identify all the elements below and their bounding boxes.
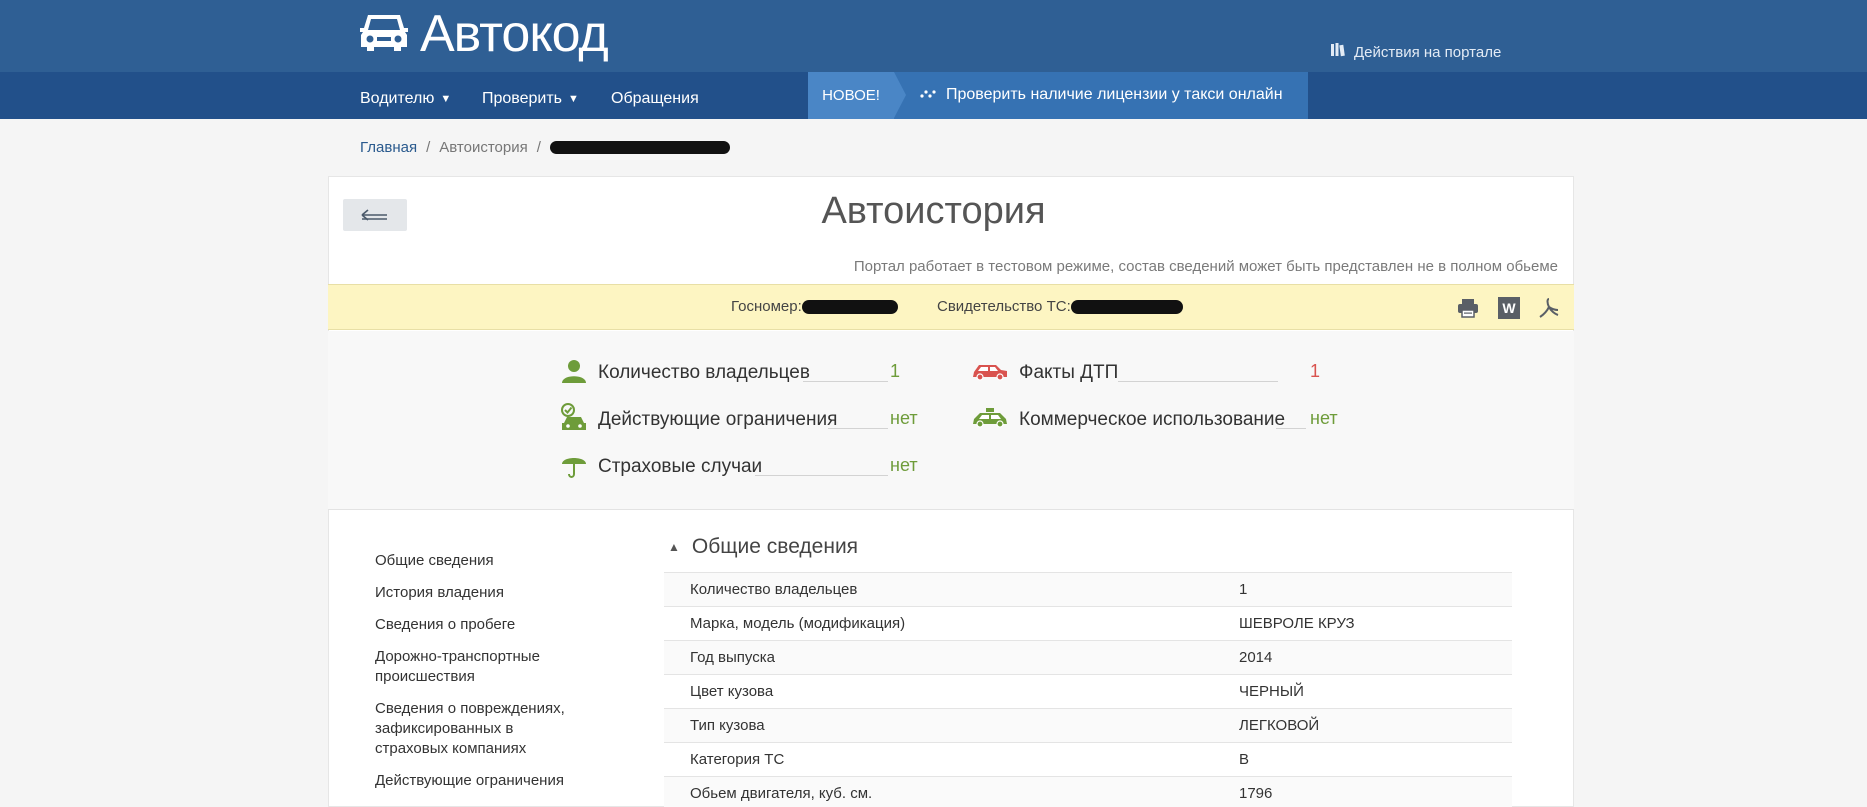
nav-driver-label: Водителю xyxy=(360,90,435,107)
breadcrumb: Главная / Автоистория / xyxy=(360,139,730,156)
redacted-block xyxy=(549,141,730,154)
book-icon xyxy=(1330,42,1346,62)
table-row: Год выпуска 2014 xyxy=(664,640,1512,674)
portal-actions-label: Действия на портале xyxy=(1354,43,1502,61)
logo-text: Автокод xyxy=(420,5,609,63)
triangle-collapse-icon: ▲ xyxy=(668,540,680,554)
table-row: Категория ТС B xyxy=(664,742,1512,776)
taxi-license-label: Проверить наличие лицензии у такси онлай… xyxy=(946,86,1283,103)
breadcrumb-separator: / xyxy=(536,139,541,156)
umbrella-icon xyxy=(560,451,588,484)
dots-chart-icon xyxy=(920,86,936,104)
new-badge-arrow xyxy=(894,72,906,118)
restrictions-value: нет xyxy=(890,408,918,428)
row-key: Категория ТС xyxy=(690,751,785,768)
row-value: 1 xyxy=(1239,581,1248,598)
logo[interactable]: Автокод xyxy=(358,5,609,63)
insurance-value: нет xyxy=(890,455,918,475)
table-row: Тип кузова ЛЕГКОВОЙ xyxy=(664,708,1512,742)
breadcrumb-home[interactable]: Главная xyxy=(360,139,417,156)
car-check-icon xyxy=(560,402,588,438)
svid-field: Свидетельство ТС: xyxy=(937,298,1183,315)
row-key: Обьем двигателя, куб. см. xyxy=(690,785,873,802)
nav-appeals[interactable]: Обращения xyxy=(611,90,699,108)
owners-label: Количество владельцев xyxy=(598,362,810,383)
commercial-value: нет xyxy=(1310,408,1338,428)
row-key: Марка, модель (модификация) xyxy=(690,615,906,632)
restrictions-label: Действующие ограничения xyxy=(598,409,838,430)
sidebar-item-damages[interactable]: Сведения о повреждениях, зафиксированных… xyxy=(375,699,590,759)
nav-driver[interactable]: Водителю ▼ xyxy=(360,90,451,108)
owners-value: 1 xyxy=(890,361,901,381)
crashed-car-icon xyxy=(971,360,1009,387)
gosnomer-field: Госномер: xyxy=(731,298,898,315)
leader-line xyxy=(1276,428,1306,429)
table-row: Марка, модель (модификация) ШЕВРОЛЕ КРУЗ xyxy=(664,606,1512,640)
taxi-license-link[interactable]: Проверить наличие лицензии у такси онлай… xyxy=(920,86,1283,104)
row-value: 2014 xyxy=(1239,649,1273,666)
leader-line xyxy=(1118,381,1278,382)
table-row: Цвет кузова ЧЕРНЫЙ xyxy=(664,674,1512,708)
row-value: 1796 xyxy=(1239,785,1273,802)
portal-actions-link[interactable]: Действия на портале xyxy=(1330,42,1501,62)
general-section-header[interactable]: ▲ Общие сведения xyxy=(668,535,858,559)
sidebar-item-ownership[interactable]: История владения xyxy=(375,583,595,603)
svg-text:W: W xyxy=(1502,300,1516,316)
caret-down-icon: ▼ xyxy=(568,93,579,105)
row-key: Тип кузова xyxy=(690,717,765,734)
table-row: Обьем двигателя, куб. см. 1796 xyxy=(664,776,1512,807)
taxi-car-icon xyxy=(971,407,1009,434)
summary-owners[interactable]: Количество владельцев xyxy=(560,359,810,387)
leader-line xyxy=(828,428,888,429)
page-title: Автоистория xyxy=(821,190,1046,232)
summary-restrictions[interactable]: Действующие ограничения xyxy=(560,402,838,434)
caret-down-icon: ▼ xyxy=(440,93,452,105)
sidebar-item-general[interactable]: Общие сведения xyxy=(375,551,595,571)
accidents-value: 1 xyxy=(1310,361,1321,381)
breadcrumb-separator: / xyxy=(426,139,431,156)
summary-insurance[interactable]: Страховые случаи xyxy=(560,453,762,481)
sidebar-item-restrictions[interactable]: Действующие ограничения xyxy=(375,771,595,791)
summary-accidents[interactable]: Факты ДТП xyxy=(971,359,1118,387)
row-value: ШЕВРОЛЕ КРУЗ xyxy=(1239,615,1355,632)
row-value: ЧЕРНЫЙ xyxy=(1239,683,1304,700)
summary-commercial[interactable]: Коммерческое использование xyxy=(971,406,1285,434)
insurance-label: Страховые случаи xyxy=(598,456,763,477)
breadcrumb-current[interactable]: Автоистория xyxy=(439,139,527,156)
car-logo-icon xyxy=(358,11,410,58)
general-section-title: Общие сведения xyxy=(691,535,859,558)
nav-appeals-label: Обращения xyxy=(611,90,699,107)
general-info-table: Количество владельцев 1 Марка, модель (м… xyxy=(664,572,1512,807)
gosnomer-label: Госномер: xyxy=(731,298,802,315)
redacted-block xyxy=(1070,299,1183,314)
row-value: B xyxy=(1239,751,1250,768)
test-mode-notice: Портал работает в тестовом режиме, соста… xyxy=(853,258,1558,275)
summary-panel xyxy=(328,331,1574,510)
row-value: ЛЕГКОВОЙ xyxy=(1239,717,1320,734)
leader-line xyxy=(803,381,888,382)
row-key: Цвет кузова xyxy=(690,683,774,700)
word-export-icon[interactable]: W xyxy=(1498,297,1520,319)
svid-label: Свидетельство ТС: xyxy=(937,298,1071,315)
pdf-export-icon[interactable] xyxy=(1538,297,1560,319)
nav-check-label: Проверить xyxy=(482,90,563,107)
header-top-bar xyxy=(0,0,1867,72)
row-key: Количество владельцев xyxy=(690,581,858,598)
table-row: Количество владельцев 1 xyxy=(664,572,1512,606)
redacted-block xyxy=(801,299,898,314)
print-icon[interactable] xyxy=(1457,297,1479,319)
commercial-label: Коммерческое использование xyxy=(1019,409,1286,430)
leader-line xyxy=(755,475,888,476)
person-icon xyxy=(560,358,588,389)
row-key: Год выпуска xyxy=(690,649,775,666)
new-badge: НОВОЕ! xyxy=(808,72,894,119)
sidebar-item-accidents[interactable]: Дорожно-транспортные происшествия xyxy=(375,647,565,687)
sidebar-item-mileage[interactable]: Сведения о пробеге xyxy=(375,615,595,635)
accidents-label: Факты ДТП xyxy=(1019,362,1119,383)
nav-check[interactable]: Проверить ▼ xyxy=(482,90,579,108)
